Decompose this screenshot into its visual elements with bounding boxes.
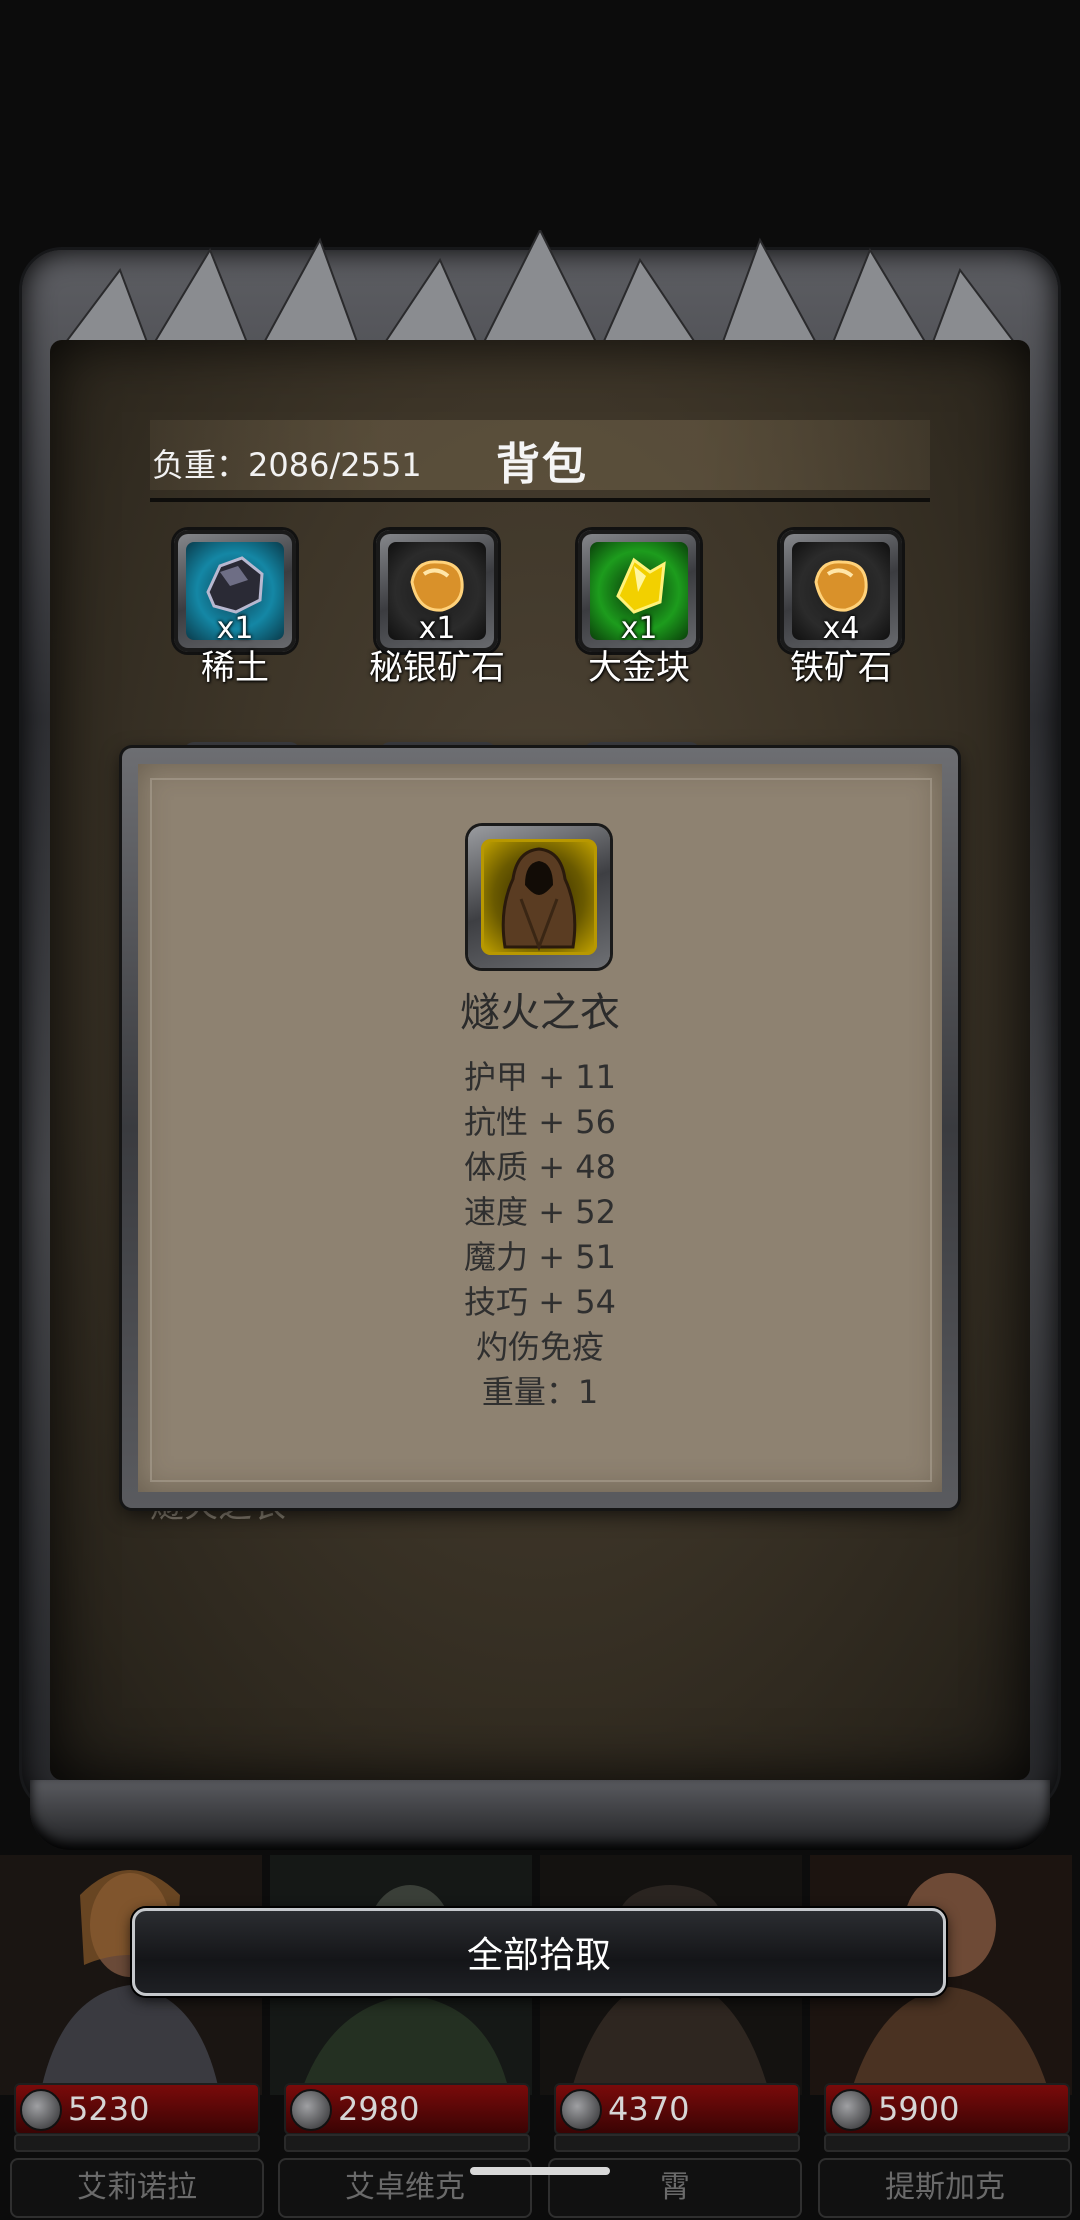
stat-skill: 技巧 + 54 — [464, 1283, 616, 1321]
home-indicator[interactable] — [470, 2167, 610, 2175]
hero-hp-value: 4370 — [608, 2090, 690, 2128]
stat-constitution: 体质 + 48 — [464, 1148, 616, 1186]
hero-hp-bar: 5230 — [14, 2083, 260, 2135]
hero-hp-bar: 2980 — [284, 2083, 530, 2135]
weight-label: 负重：2086/2551 — [152, 446, 422, 484]
iron-ore-icon — [814, 560, 868, 612]
hero-hp-value: 2980 — [338, 2090, 420, 2128]
item-name: 铁矿石 — [790, 648, 892, 688]
stat-weight: 重量：1 — [481, 1373, 599, 1411]
pick-all-button[interactable]: 全部拾取 — [132, 1908, 946, 1996]
stat-magic: 魔力 + 51 — [464, 1238, 616, 1276]
hero-mp-bar — [14, 2134, 260, 2152]
hero-hp-bar: 4370 — [554, 2083, 800, 2135]
hooded-cloak-icon — [501, 847, 577, 952]
item-slot-gold-nugget[interactable]: x1 — [578, 530, 700, 652]
stat-burn-immunity: 灼伤免疫 — [475, 1328, 604, 1366]
hero-hp-bar: 5900 — [824, 2083, 1070, 2135]
shield-icon — [20, 2089, 62, 2131]
hero-hp-value: 5900 — [878, 2090, 960, 2128]
gold-nugget-icon — [616, 557, 666, 614]
item-name: 稀土 — [201, 648, 269, 688]
hero-mp-bar — [824, 2134, 1070, 2152]
item-slot-iron-ore[interactable]: x4 — [780, 530, 902, 652]
item-name: 大金块 — [588, 648, 690, 688]
tooltip-stats: 护甲 + 11 抗性 + 56 体质 + 48 速度 + 52 魔力 + 51 … — [140, 1055, 940, 1415]
hero-name: 艾莉诺拉 — [10, 2158, 264, 2218]
hero-mp-bar — [554, 2134, 800, 2152]
stat-speed: 速度 + 52 — [464, 1193, 616, 1231]
shield-icon — [830, 2089, 872, 2131]
frame-bottom-ornament — [30, 1780, 1050, 1850]
item-slot-mithril-ore[interactable]: x1 — [376, 530, 498, 652]
shield-icon — [560, 2089, 602, 2131]
mithril-ore-icon — [410, 560, 464, 612]
rare-earth-ore-icon — [206, 556, 264, 614]
item-slot-rare-earth[interactable]: x1 — [174, 530, 296, 652]
stat-resistance: 抗性 + 56 — [464, 1103, 616, 1141]
stat-armor: 护甲 + 11 — [464, 1058, 616, 1096]
hero-hp-value: 5230 — [68, 2090, 150, 2128]
page-title: 背包 — [496, 439, 588, 490]
item-name: 秘银矿石 — [369, 648, 505, 688]
tooltip-item-name: 燧火之衣 — [460, 990, 620, 1036]
header-divider — [150, 498, 930, 502]
hero-name: 提斯加克 — [818, 2158, 1072, 2218]
tooltip-item-slot — [468, 826, 610, 968]
shield-icon — [290, 2089, 332, 2131]
hero-mp-bar — [284, 2134, 530, 2152]
